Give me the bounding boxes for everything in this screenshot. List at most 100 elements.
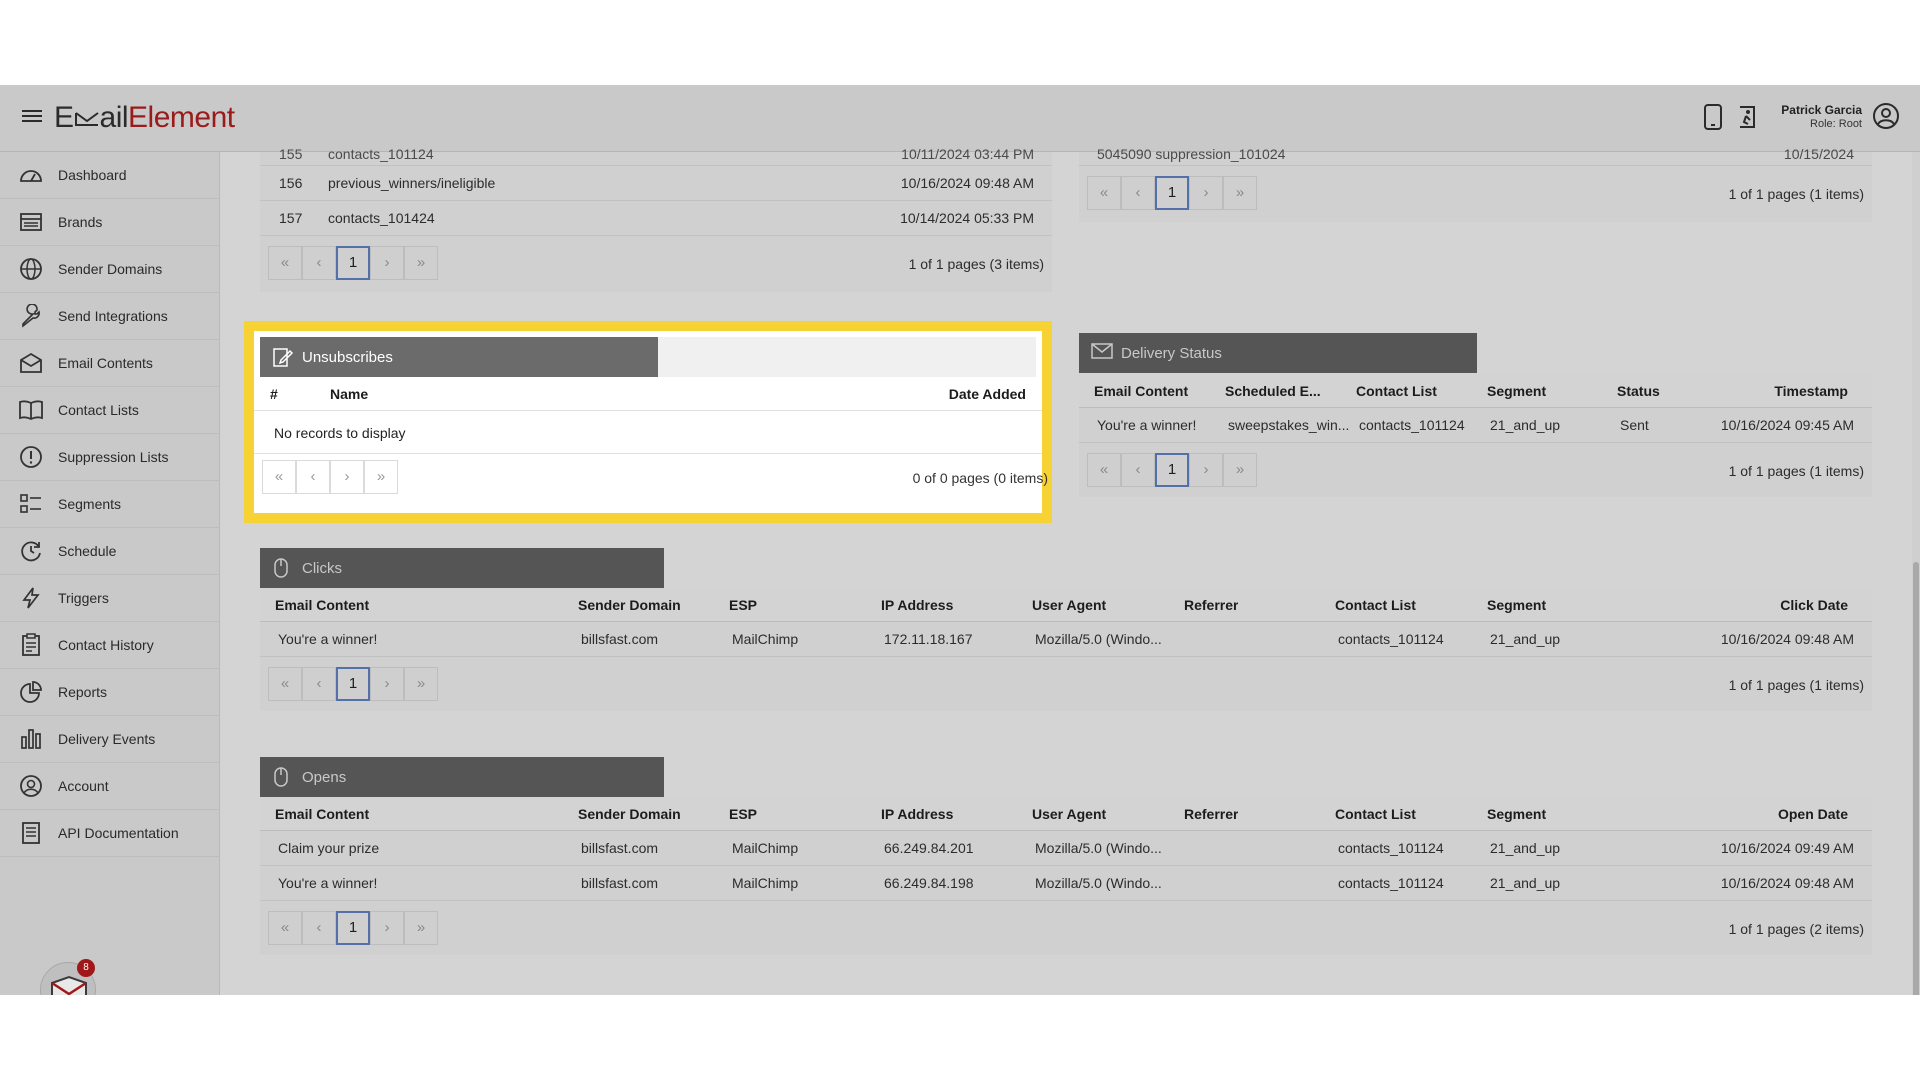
cell-ip-address: 66.249.84.198 bbox=[884, 875, 974, 891]
page-scrollbar[interactable] bbox=[1912, 152, 1920, 995]
sidebar-item-send-integrations[interactable]: Send Integrations bbox=[0, 293, 219, 340]
sidebar-item-dashboard[interactable]: Dashboard bbox=[0, 152, 219, 199]
app-logo[interactable]: EailElement bbox=[54, 101, 235, 135]
column-header[interactable]: Segment bbox=[1487, 383, 1546, 399]
sidebar-item-triggers[interactable]: Triggers bbox=[0, 575, 219, 622]
table-row[interactable]: 155 contacts_101124 10/11/2024 03:44 PM bbox=[260, 142, 1052, 166]
table-row[interactable]: 5045090 suppression_101024 10/15/2024 bbox=[1079, 142, 1872, 166]
column-header[interactable]: Referrer bbox=[1184, 597, 1238, 613]
column-header[interactable]: IP Address bbox=[881, 806, 953, 822]
column-header-date-added[interactable]: Date Added bbox=[949, 386, 1026, 402]
column-header[interactable]: IP Address bbox=[881, 597, 953, 613]
segments-icon bbox=[18, 491, 44, 517]
column-header[interactable]: User Agent bbox=[1032, 806, 1106, 822]
sidebar-item-label: Contact Lists bbox=[58, 402, 139, 418]
sidebar-item-reports[interactable]: Reports bbox=[0, 669, 219, 716]
notifications-mail-button[interactable]: 8 bbox=[40, 959, 96, 995]
column-header[interactable]: Sender Domain bbox=[578, 806, 681, 822]
table-header: Email Content Scheduled E... Contact Lis… bbox=[1079, 374, 1872, 408]
column-header[interactable]: Email Content bbox=[275, 597, 369, 613]
column-header[interactable]: Email Content bbox=[275, 806, 369, 822]
page-number-button[interactable]: 1 bbox=[336, 246, 370, 280]
clicks-header[interactable]: Clicks bbox=[260, 548, 664, 588]
column-header[interactable]: Email Content bbox=[1094, 383, 1188, 399]
sidebar-item-api-documentation[interactable]: API Documentation bbox=[0, 810, 219, 857]
sidebar-item-brands[interactable]: Brands bbox=[0, 199, 219, 246]
last-page-button[interactable]: » bbox=[1223, 176, 1257, 210]
sidebar-item-delivery-events[interactable]: Delivery Events bbox=[0, 716, 219, 763]
prev-page-button[interactable]: ‹ bbox=[1121, 453, 1155, 487]
column-header[interactable]: Timestamp bbox=[1774, 383, 1848, 399]
table-row[interactable]: You're a winner! billsfast.com MailChimp… bbox=[260, 622, 1872, 657]
column-header[interactable]: ESP bbox=[729, 806, 757, 822]
column-header[interactable]: Referrer bbox=[1184, 806, 1238, 822]
prev-page-button[interactable]: ‹ bbox=[302, 667, 336, 701]
table-row[interactable]: Claim your prize billsfast.com MailChimp… bbox=[260, 831, 1872, 866]
column-header[interactable]: Segment bbox=[1487, 806, 1546, 822]
last-page-button[interactable]: » bbox=[404, 246, 438, 280]
page-number-button[interactable]: 1 bbox=[336, 911, 370, 945]
sidebar-item-account[interactable]: Account bbox=[0, 763, 219, 810]
hamburger-menu-icon[interactable] bbox=[22, 107, 42, 127]
page-number-button[interactable]: 1 bbox=[1155, 176, 1189, 210]
column-header[interactable]: Sender Domain bbox=[578, 597, 681, 613]
table-row[interactable]: You're a winner! billsfast.com MailChimp… bbox=[260, 866, 1872, 901]
column-header-name[interactable]: Name bbox=[330, 386, 368, 402]
next-page-button[interactable]: › bbox=[370, 246, 404, 280]
panel-title: Unsubscribes bbox=[302, 348, 393, 366]
sidebar-item-schedule[interactable]: Schedule bbox=[0, 528, 219, 575]
page-number-button[interactable]: 1 bbox=[1155, 453, 1189, 487]
last-page-button[interactable]: » bbox=[1223, 453, 1257, 487]
last-page-button[interactable]: » bbox=[364, 460, 398, 494]
next-page-button[interactable]: › bbox=[370, 667, 404, 701]
column-header[interactable]: Status bbox=[1617, 383, 1660, 399]
next-page-button[interactable]: › bbox=[1189, 453, 1223, 487]
logout-icon[interactable] bbox=[1734, 103, 1762, 133]
user-icon bbox=[18, 773, 44, 799]
column-header[interactable]: Open Date bbox=[1778, 806, 1848, 822]
column-header[interactable]: Contact List bbox=[1356, 383, 1437, 399]
column-header[interactable]: Segment bbox=[1487, 597, 1546, 613]
prev-page-button[interactable]: ‹ bbox=[1121, 176, 1155, 210]
column-header[interactable]: User Agent bbox=[1032, 597, 1106, 613]
last-page-button[interactable]: » bbox=[404, 667, 438, 701]
column-header[interactable]: Contact List bbox=[1335, 597, 1416, 613]
table-row[interactable]: 157 contacts_101424 10/14/2024 05:33 PM bbox=[260, 201, 1052, 236]
column-header[interactable]: Click Date bbox=[1780, 597, 1848, 613]
mobile-device-icon[interactable] bbox=[1702, 103, 1730, 133]
column-header[interactable]: Scheduled E... bbox=[1225, 383, 1321, 399]
page-number-button[interactable]: 1 bbox=[336, 667, 370, 701]
sidebar-item-segments[interactable]: Segments bbox=[0, 481, 219, 528]
table-row[interactable]: You're a winner! sweepstakes_win... cont… bbox=[1079, 408, 1872, 443]
first-page-button[interactable]: « bbox=[1087, 176, 1121, 210]
next-page-button[interactable]: › bbox=[1189, 176, 1223, 210]
opens-header[interactable]: Opens bbox=[260, 757, 664, 797]
column-header-number[interactable]: # bbox=[270, 386, 278, 402]
unsubscribes-header[interactable]: Unsubscribes bbox=[260, 337, 658, 377]
table-row[interactable]: 156 previous_winners/ineligible 10/16/20… bbox=[260, 166, 1052, 201]
first-page-button[interactable]: « bbox=[268, 246, 302, 280]
delivery-status-header[interactable]: Delivery Status bbox=[1079, 333, 1477, 373]
cell-sender-domain: billsfast.com bbox=[581, 631, 659, 647]
prev-page-button[interactable]: ‹ bbox=[296, 460, 330, 494]
user-avatar-icon[interactable] bbox=[1872, 102, 1900, 130]
sidebar-item-contact-history[interactable]: Contact History bbox=[0, 622, 219, 669]
sidebar-item-email-contents[interactable]: Email Contents bbox=[0, 340, 219, 387]
first-page-button[interactable]: « bbox=[268, 667, 302, 701]
scrollbar-thumb[interactable] bbox=[1913, 562, 1919, 995]
sidebar-item-sender-domains[interactable]: Sender Domains bbox=[0, 246, 219, 293]
sidebar-item-suppression-lists[interactable]: Suppression Lists bbox=[0, 434, 219, 481]
column-header[interactable]: ESP bbox=[729, 597, 757, 613]
column-header[interactable]: Contact List bbox=[1335, 806, 1416, 822]
first-page-button[interactable]: « bbox=[1087, 453, 1121, 487]
first-page-button[interactable]: « bbox=[268, 911, 302, 945]
cell-esp: MailChimp bbox=[732, 840, 799, 856]
next-page-button[interactable]: › bbox=[330, 460, 364, 494]
prev-page-button[interactable]: ‹ bbox=[302, 246, 336, 280]
sidebar-item-contact-lists[interactable]: Contact Lists bbox=[0, 387, 219, 434]
first-page-button[interactable]: « bbox=[262, 460, 296, 494]
next-page-button[interactable]: › bbox=[370, 911, 404, 945]
last-page-button[interactable]: » bbox=[404, 911, 438, 945]
cell-email-content: You're a winner! bbox=[278, 875, 378, 891]
prev-page-button[interactable]: ‹ bbox=[302, 911, 336, 945]
